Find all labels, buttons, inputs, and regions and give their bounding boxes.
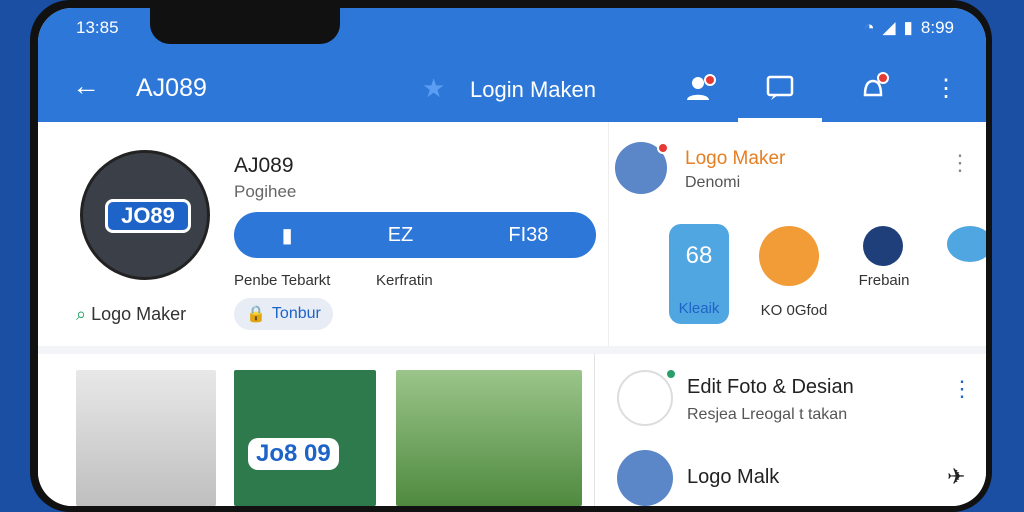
logo-maker-avatar: [617, 450, 673, 506]
tile-kleaik-label: Kleaik: [678, 300, 720, 317]
chip-label: Tonbur: [271, 305, 321, 322]
notification-badge: [657, 142, 669, 154]
list-item-title[interactable]: Edit Foto & Desian: [687, 376, 854, 399]
action-list: Edit Foto & Desian Resjea Lreogal t taka…: [594, 354, 986, 506]
share-icon[interactable]: ✈: [947, 464, 965, 490]
more-vert-icon[interactable]: ⋮: [949, 150, 971, 176]
status-time: 13:85: [76, 18, 119, 37]
wifi-icon: ◔: [864, 18, 875, 37]
more-vert-icon[interactable]: ⋮: [951, 376, 973, 402]
tile-character[interactable]: [759, 226, 819, 286]
stat-f[interactable]: FI38: [508, 224, 548, 247]
logo-maker-link[interactable]: ⌕ Logo Maker: [76, 304, 186, 325]
photo-thumb-1[interactable]: [76, 370, 216, 506]
lock-icon: 🔒: [246, 306, 266, 323]
signal-icon: ◢: [882, 18, 896, 37]
edit-photo-icon: [617, 370, 673, 426]
logo-maker-card: Logo Maker Denomi ⋮ 68 Kleaik KO 0Gfod F…: [608, 122, 986, 346]
list-item-subtitle: Resjea Lreogal t takan: [687, 406, 848, 423]
profile-card: JO89 AJ089 Pogihee ▮ EZ FI38 Penbe Tebar…: [38, 122, 608, 346]
star-icon[interactable]: ★: [422, 73, 445, 104]
more-vert-icon[interactable]: ⋮: [926, 70, 966, 106]
photo-thumb-2[interactable]: Jo8 09: [234, 370, 376, 506]
back-arrow-icon[interactable]: ←: [72, 70, 100, 102]
battery-icon: ▮: [903, 18, 913, 37]
status-badge: [665, 368, 677, 380]
screen: 13:85 ◔ ◢ ▮ 8:99 ← AJ089 ★ Login Maken ⋮…: [38, 8, 986, 506]
bookmark-icon[interactable]: ▮: [282, 223, 293, 248]
stat-label-1: Penbe Tebarkt: [234, 272, 331, 289]
notification-badge: [704, 74, 716, 86]
card-title: Logo Maker: [685, 148, 786, 169]
profile-name: AJ089: [234, 154, 294, 177]
profile-subtitle: Pogihee: [234, 182, 297, 201]
app-bar-title: AJ089: [136, 74, 207, 102]
photo-thumb-3[interactable]: [396, 370, 582, 506]
avatar[interactable]: JO89: [80, 150, 210, 280]
status-icons: ◔ ◢ ▮ 8:99: [864, 18, 954, 38]
tile-frebain[interactable]: [863, 226, 903, 266]
photo-grid: Jo8 09: [38, 354, 594, 506]
stat-ez[interactable]: EZ: [388, 224, 414, 247]
photo-thumb-2-caption: Jo8 09: [248, 438, 339, 470]
camera-notch: [150, 8, 340, 44]
bell-icon[interactable]: [853, 70, 893, 106]
cloud-icon: [947, 226, 986, 262]
avatar-logo: JO89: [105, 199, 191, 233]
tonbur-chip[interactable]: 🔒 Tonbur: [234, 298, 333, 330]
search-icon: ⌕: [76, 304, 87, 324]
tile-character-label: KO 0Gfod: [760, 302, 828, 319]
status-battery: 8:99: [920, 18, 954, 37]
profile-icon[interactable]: [678, 70, 718, 106]
card-subtitle: Denomi: [685, 174, 741, 191]
stat-label-2: Kerfratin: [376, 272, 433, 289]
tile-kleaik-value: 68: [685, 242, 713, 269]
list-item-title[interactable]: Logo Malk: [687, 466, 779, 489]
app-bar-center-label[interactable]: Login Maken: [470, 77, 596, 103]
logo-maker-label: Logo Maker: [91, 304, 187, 324]
app-bar: ← AJ089 ★ Login Maken ⋮: [38, 50, 986, 122]
notification-badge: [877, 72, 889, 84]
profile-stats-bar[interactable]: ▮ EZ FI38: [234, 212, 596, 258]
chat-icon[interactable]: [760, 70, 800, 106]
tile-frebain-label: Frebain: [858, 272, 910, 289]
